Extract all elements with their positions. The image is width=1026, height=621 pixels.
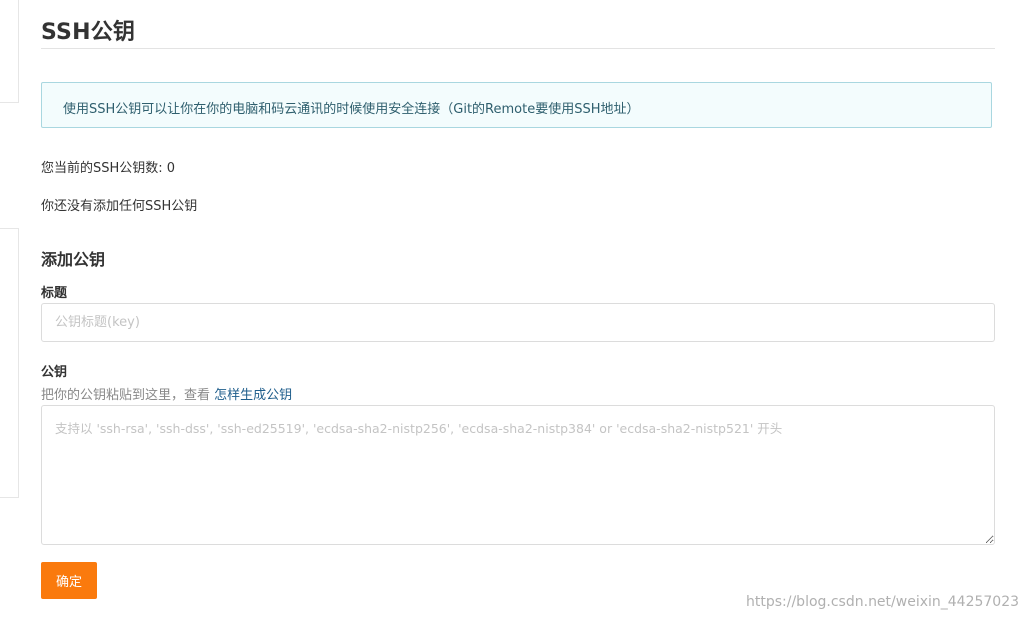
key-count-text: 您当前的SSH公钥数: 0: [41, 161, 176, 176]
left-sidebar: [0, 0, 19, 621]
public-key-field-label: 公钥: [41, 365, 68, 380]
confirm-button[interactable]: 确定: [41, 562, 97, 599]
watermark-text: https://blog.csdn.net/weixin_44257023: [746, 594, 1020, 610]
title-divider: [41, 48, 995, 49]
info-alert-text: 使用SSH公钥可以让你在你的电脑和码云通讯的时候使用安全连接（Git的Remot…: [63, 102, 640, 117]
empty-keys-message: 你还没有添加任何SSH公钥: [41, 199, 198, 214]
public-key-hint-text: 把你的公钥粘贴到这里，查看: [41, 388, 215, 403]
info-alert: 使用SSH公钥可以让你在你的电脑和码云通讯的时候使用安全连接（Git的Remot…: [41, 82, 992, 128]
public-key-hint: 把你的公钥粘贴到这里，查看 怎样生成公钥: [41, 384, 292, 403]
sidebar-panel-top: [0, 0, 19, 103]
sidebar-panel-middle: [0, 228, 19, 498]
key-title-input[interactable]: [41, 303, 995, 342]
page-title: SSH公钥: [41, 20, 136, 45]
add-key-heading: 添加公钥: [41, 250, 106, 269]
public-key-textarea[interactable]: [41, 405, 995, 545]
title-field-label: 标题: [41, 286, 68, 301]
how-to-generate-key-link[interactable]: 怎样生成公钥: [214, 388, 292, 403]
